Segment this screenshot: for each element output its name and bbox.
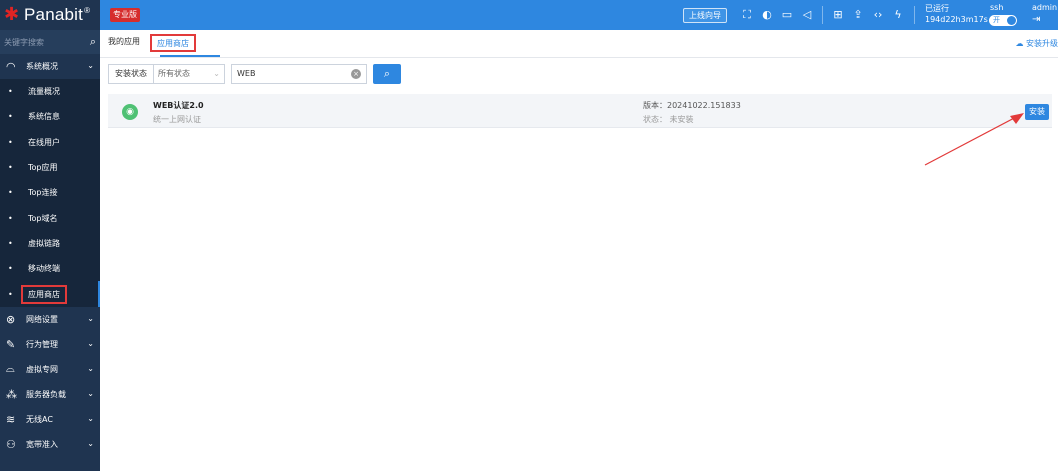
panabit-logo-icon: ✱ [4, 4, 20, 25]
chevron-down-icon: ⌄ [87, 438, 94, 448]
dashboard-icon: ◠ [6, 60, 16, 73]
cloud-upload-icon: ☁ [1015, 39, 1024, 48]
network-icon: ⊗ [6, 312, 16, 326]
app-name: WEB认证2.0 [153, 101, 204, 110]
app-description: 统一上网认证 [153, 115, 201, 124]
uptime: 已运行 194d22h3m17s [925, 4, 988, 24]
ssh-toggle[interactable]: 开 [989, 15, 1017, 26]
upload-icon[interactable]: ⇪ [848, 7, 868, 23]
wifi-icon: ≋ [6, 412, 16, 426]
main-content: 我的应用 应用商店 ☁ 安装升级 安装状态 所有状态 ⌄ WEB × ⌕ ◉ WEB… [100, 30, 1058, 471]
nodes-icon: ⁂ [6, 387, 17, 401]
menu-network-settings[interactable]: ⊗ 网络设置 ⌄ [0, 307, 100, 332]
code-icon[interactable]: ‹› [868, 7, 888, 23]
submenu-item[interactable]: • 在线用户 [0, 129, 100, 155]
search-icon[interactable]: ⌕ [90, 35, 96, 49]
app-status: 状态： 未安装 [643, 115, 694, 124]
sidebar-search[interactable]: 关键字搜索 ⌕ [0, 30, 100, 54]
menu-vpn[interactable]: ⌓ 虚拟专网 ⌄ [0, 357, 100, 382]
top-bar: ✱ Panabit® 专业版 上线向导 ⛶ ◐ ▭ ◁ ⊞ ⇪ ‹› ϟ 已运行… [0, 0, 1058, 30]
chevron-down-icon: ⌄ [87, 313, 94, 323]
ssh-label: ssh [990, 3, 1004, 12]
submenu-item[interactable]: • Top应用 [0, 154, 100, 181]
bolt-icon[interactable]: ϟ [888, 7, 908, 23]
grid-icon[interactable]: ⊞ [828, 7, 848, 23]
logo: ✱ Panabit® [0, 0, 100, 30]
chevron-down-icon: ⌄ [213, 69, 220, 78]
submenu-item[interactable]: • Top连接 [0, 180, 100, 206]
send-icon[interactable]: ◁ [797, 7, 817, 23]
filter-bar: 安装状态 所有状态 ⌄ WEB × ⌕ [108, 64, 401, 84]
vpn-icon: ⌓ [6, 362, 15, 376]
toolbar-icons: ⛶ ◐ ▭ ◁ [737, 7, 817, 23]
users-icon: ⚇ [6, 437, 16, 451]
divider [914, 6, 915, 24]
logout-icon[interactable]: ⇥ [1032, 14, 1040, 25]
app-version: 版本：20241022.151833 [643, 101, 741, 110]
submenu-item[interactable]: • 系统信息 [0, 104, 100, 130]
chevron-down-icon: ⌄ [87, 363, 94, 373]
tab-my-apps[interactable]: 我的应用 [108, 34, 140, 56]
divider [100, 57, 1058, 58]
tab-app-store[interactable]: 应用商店 [150, 34, 196, 52]
clear-icon[interactable]: × [351, 69, 361, 79]
chevron-down-icon: ⌄ [87, 338, 94, 348]
app-row: ◉ WEB认证2.0 统一上网认证 版本：20241022.151833 状态：… [108, 94, 1052, 128]
toolbar-icons-2: ⊞ ⇪ ‹› ϟ [828, 7, 908, 23]
sidebar: 关键字搜索 ⌕ ◠ 系统概况 ⌄ • 流量概况 • 系统信息 • 在线用户 • Top应… [0, 30, 100, 471]
divider [822, 6, 823, 24]
submenu-item[interactable]: • 流量概况 [0, 79, 100, 105]
search-input[interactable]: 关键字搜索 [4, 37, 44, 48]
edition-badge: 专业版 [110, 8, 140, 22]
user-name: admin [1032, 3, 1058, 12]
arrow-line [924, 115, 1019, 166]
search-icon: ⌕ [383, 67, 391, 80]
chevron-down-icon: ⌄ [87, 413, 94, 423]
search-button[interactable]: ⌕ [373, 64, 401, 84]
palette-icon[interactable]: ◐ [757, 7, 777, 23]
menu-load-balance[interactable]: ⁂ 服务器负载 ⌄ [0, 382, 100, 407]
submenu-item[interactable]: • Top域名 [0, 205, 100, 231]
status-select[interactable]: 所有状态 ⌄ [153, 64, 225, 84]
status-filter-label: 安装状态 [108, 64, 153, 84]
wizard-button[interactable]: 上线向导 [683, 8, 727, 23]
upgrade-link[interactable]: ☁ 安装升级 [1015, 38, 1058, 49]
fullscreen-icon[interactable]: ⛶ [737, 7, 757, 23]
brand-name: Panabit® [24, 5, 91, 24]
menu-system-overview[interactable]: ◠ 系统概况 ⌄ [0, 54, 100, 79]
menu-behavior[interactable]: ✎ 行为管理 ⌄ [0, 332, 100, 357]
menu-wireless-ac[interactable]: ≋ 无线AC ⌄ [0, 407, 100, 432]
arrow-head [1010, 113, 1024, 124]
annotation-arrow [924, 113, 1024, 166]
submenu-item[interactable]: • 移动终端 [0, 256, 100, 282]
wifi-shield-icon: ◉ [122, 104, 138, 120]
pen-icon: ✎ [6, 337, 16, 351]
chevron-down-icon: ⌄ [87, 61, 94, 70]
search-field[interactable]: WEB × [231, 64, 367, 84]
menu-broadband-access[interactable]: ⚇ 宽带准入 ⌄ [0, 432, 100, 457]
tab-bar: 我的应用 应用商店 [108, 34, 206, 56]
submenu-item-app-store[interactable]: • 应用商店 [0, 281, 100, 307]
chevron-down-icon: ⌄ [87, 388, 94, 398]
book-icon[interactable]: ▭ [777, 7, 797, 23]
submenu-item[interactable]: • 虚拟链路 [0, 230, 100, 257]
